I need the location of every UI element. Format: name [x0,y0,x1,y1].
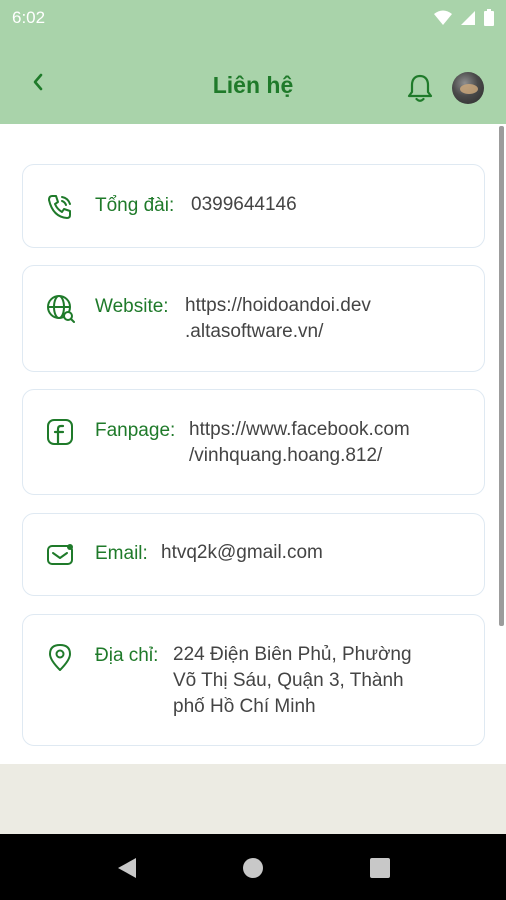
bell-icon [407,74,433,102]
contact-value-line-2: Võ Thị Sáu, Quận 3, Thành [173,670,404,691]
contact-value-line-1: 224 Điện Biên Phủ, Phường [173,644,412,665]
contact-label: Email: [95,543,148,564]
location-pin-icon [49,644,71,671]
status-icons [434,9,494,26]
scrollbar[interactable] [499,126,504,626]
contact-label: Tổng đài: [95,195,175,216]
status-bar: 6:02 [0,0,506,36]
nav-back-triangle-icon [118,858,136,878]
status-time: 6:02 [12,8,46,27]
nav-recents-square-icon [370,858,390,878]
nav-back-button[interactable] [113,854,141,882]
facebook-icon [47,419,73,446]
avatar[interactable] [452,72,484,104]
contact-value-line-2: .altasoftware.vn/ [185,321,324,342]
contact-value-line-2: /vinhquang.hoang.812/ [189,445,383,466]
globe-search-icon [47,295,75,323]
contact-value: htvq2k@gmail.com [161,542,323,563]
contact-label: Fanpage: [95,420,176,441]
contact-card-address[interactable]: Địa chỉ: 224 Điện Biên Phủ, Phường Võ Th… [22,614,485,746]
nav-home-button[interactable] [239,854,267,882]
system-nav-bar [0,834,506,900]
nav-recents-button[interactable] [366,854,394,882]
contact-value: 0399644146 [191,194,297,215]
mail-icon [47,544,73,565]
contact-value-line-1: https://hoidoandoi.dev [185,295,371,316]
contact-value-line-3: phố Hồ Chí Minh [173,696,316,717]
contact-card-email[interactable]: Email: htvq2k@gmail.com [22,513,485,596]
contact-label: Địa chỉ: [95,645,159,666]
footer-area [0,764,506,834]
contact-card-phone[interactable]: Tổng đài: 0399644146 [22,164,485,248]
contact-card-website[interactable]: Website: https://hoidoandoi.dev .altasof… [22,265,485,372]
nav-home-circle-icon [243,858,263,878]
cell-signal-icon [461,10,475,25]
wifi-icon [434,10,452,25]
contact-label: Website: [95,296,169,317]
contact-value-line-1: https://www.facebook.com [189,419,410,440]
app-bar: Liên hệ [0,36,506,124]
contact-card-fanpage[interactable]: Fanpage: https://www.facebook.com /vinhq… [22,389,485,495]
battery-icon [484,9,494,26]
notification-button[interactable] [405,72,435,104]
phone-call-icon [48,195,71,219]
